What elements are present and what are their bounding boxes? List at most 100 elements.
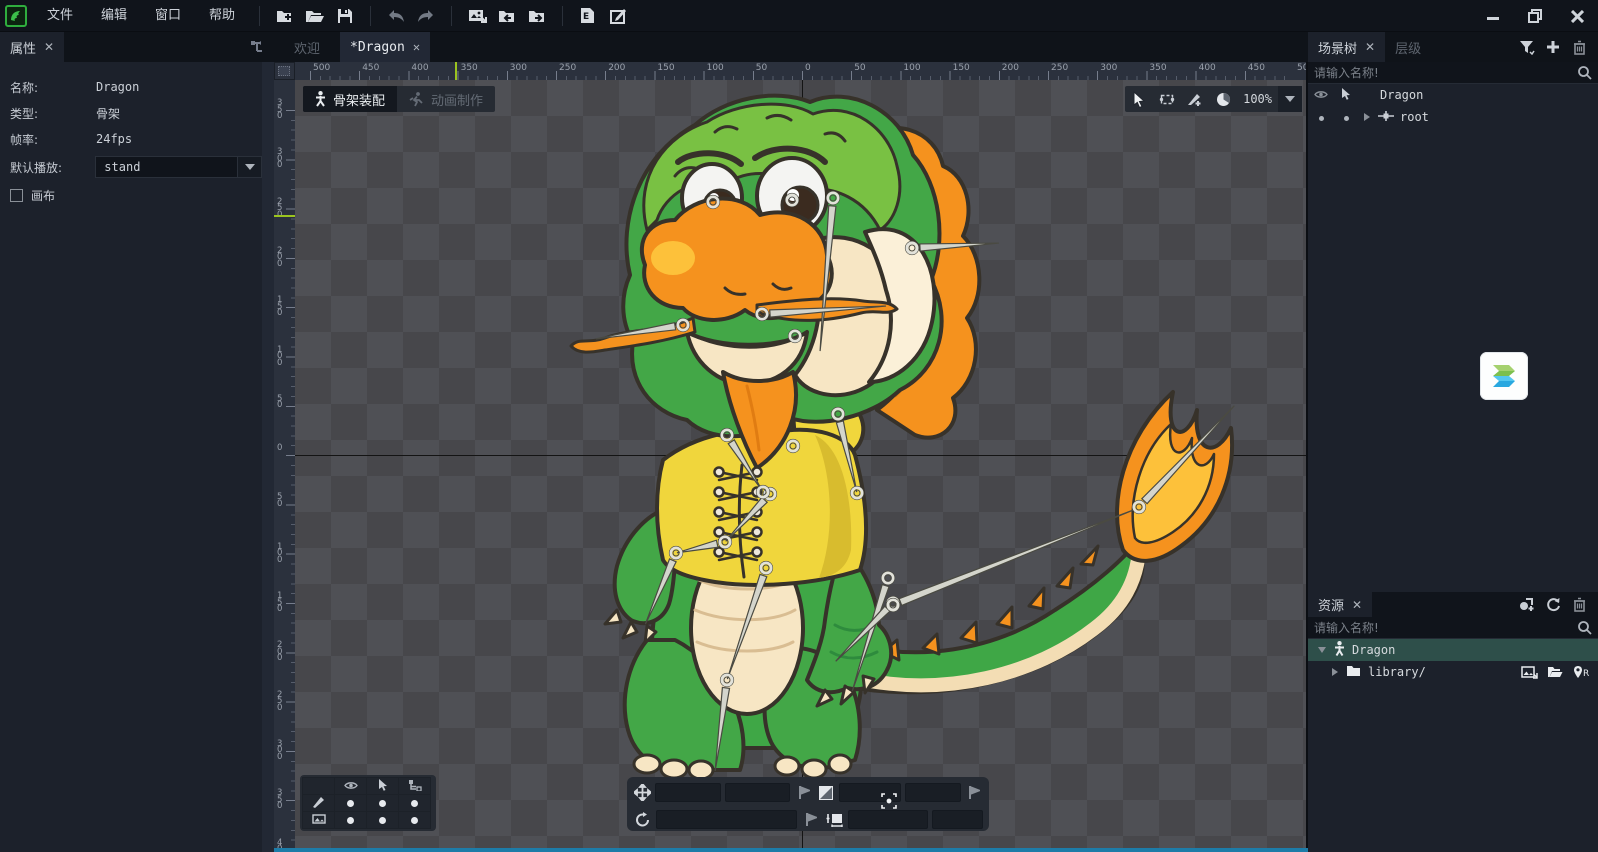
mode-rigging-button[interactable]: 骨架装配 [303, 86, 397, 112]
horizontal-ruler[interactable]: 5004504003503002502001501005005010015020… [295, 62, 1308, 80]
bone[interactable] [849, 585, 889, 693]
visible-dot[interactable] [1319, 116, 1324, 121]
cursor-icon[interactable] [1334, 87, 1358, 103]
bone[interactable] [770, 302, 886, 317]
export-folder-button[interactable] [522, 3, 552, 29]
chevron-down-icon[interactable] [237, 157, 261, 177]
bone-joint[interactable] [785, 193, 798, 206]
rotation-key-flag-icon[interactable] [801, 812, 820, 827]
resource-row-library[interactable]: library/ R [1308, 661, 1598, 683]
scene-tree-row-armature[interactable]: Dragon [1308, 84, 1598, 106]
bone-joint[interactable] [850, 486, 863, 499]
bone[interactable] [816, 206, 835, 352]
size-y-field[interactable] [932, 810, 983, 829]
canvas-checkbox[interactable] [10, 189, 23, 202]
bone[interactable] [642, 559, 676, 626]
texture-edit-button[interactable] [603, 3, 633, 29]
resource-folder-name[interactable]: library/ [1368, 665, 1426, 679]
panel-splitter[interactable] [262, 62, 274, 852]
bone-visible-toggle[interactable] [335, 795, 367, 812]
close-icon[interactable]: ✕ [413, 40, 420, 54]
search-icon[interactable] [1577, 620, 1592, 638]
expand-arrow-icon[interactable] [1364, 113, 1370, 121]
scale-x-field[interactable] [839, 783, 901, 802]
resources-search[interactable]: 请输入名称! [1308, 617, 1598, 639]
cursor-icon[interactable] [367, 778, 399, 795]
delete-node-icon[interactable] [1566, 35, 1592, 59]
scale-key-flag-icon[interactable] [965, 785, 983, 800]
tab-hierarchy[interactable]: 层级 [1385, 32, 1431, 62]
scale-y-field[interactable] [905, 783, 960, 802]
bone-selectable-toggle[interactable] [367, 795, 399, 812]
export-data-button[interactable]: E [573, 3, 603, 29]
locate-resource-icon[interactable]: R [1568, 660, 1594, 684]
import-image-button[interactable] [462, 3, 492, 29]
add-node-icon[interactable] [1540, 35, 1566, 59]
size-x-field[interactable] [848, 810, 927, 829]
restore-button[interactable] [1514, 0, 1556, 32]
root-bone-name[interactable]: root [1400, 110, 1429, 124]
pin-panel-icon[interactable] [244, 35, 270, 59]
tab-resources[interactable]: 资源 ✕ [1308, 592, 1372, 617]
position-key-flag-icon[interactable] [794, 785, 812, 800]
bone-joint[interactable] [788, 329, 801, 342]
selectable-dot[interactable] [1344, 116, 1349, 121]
fps-value[interactable]: 24fps [96, 132, 132, 146]
eye-icon[interactable] [1308, 88, 1334, 102]
bone-tree-toggle[interactable] [399, 795, 431, 812]
name-value[interactable]: Dragon [96, 80, 139, 94]
expand-arrow-icon[interactable] [1332, 668, 1338, 676]
bone[interactable] [676, 540, 718, 556]
marquee-tool[interactable] [1153, 86, 1181, 112]
save-button[interactable] [330, 3, 360, 29]
tab-welcome[interactable]: 欢迎 [284, 32, 330, 62]
tab-dragon-document[interactable]: *Dragon ✕ [340, 32, 430, 62]
resource-armature-name[interactable]: Dragon [1352, 643, 1395, 657]
collapse-arrow-icon[interactable] [1318, 647, 1326, 653]
vertical-ruler[interactable]: 3503002502001501005005010015020025030035… [274, 80, 295, 852]
bone[interactable] [1142, 403, 1237, 503]
bone[interactable] [728, 440, 765, 493]
scene-tree-search[interactable]: 请输入名称! [1308, 62, 1598, 84]
zoom-level[interactable]: 100% [1237, 92, 1278, 106]
menu-file[interactable]: 文件 [33, 0, 87, 32]
bottom-splitter-line[interactable] [274, 848, 1308, 852]
import-folder-button[interactable] [492, 3, 522, 29]
minimize-button[interactable] [1472, 0, 1514, 32]
select-cursor-tool[interactable] [1125, 86, 1153, 112]
bone-joint[interactable] [706, 195, 719, 208]
position-x-field[interactable] [655, 783, 720, 802]
zoom-dropdown-icon[interactable] [1278, 86, 1302, 112]
rotation-field[interactable] [656, 810, 797, 829]
redo-button[interactable] [411, 3, 441, 29]
resource-row-armature[interactable]: Dragon [1308, 639, 1598, 661]
image-selectable-toggle[interactable] [367, 812, 399, 829]
menu-window[interactable]: 窗口 [141, 0, 195, 32]
tab-scene-tree[interactable]: 场景树 ✕ [1308, 32, 1385, 62]
bone[interactable] [712, 687, 730, 771]
bone[interactable] [724, 574, 767, 680]
menu-edit[interactable]: 编辑 [87, 0, 141, 32]
mode-animation-button[interactable]: 动画制作 [397, 86, 495, 112]
bone[interactable] [899, 506, 1136, 605]
scene-armature-name[interactable]: Dragon [1380, 88, 1423, 102]
position-y-field[interactable] [725, 783, 790, 802]
ruler-corner[interactable] [274, 62, 295, 80]
stage-canvas[interactable]: 骨架装配 动画制作 [295, 80, 1308, 852]
delete-resource-icon[interactable] [1566, 593, 1592, 617]
default-play-dropdown[interactable]: stand [95, 156, 262, 178]
bone-joint[interactable] [756, 485, 769, 498]
new-project-button[interactable] [270, 3, 300, 29]
bone[interactable] [836, 421, 860, 493]
open-project-button[interactable] [300, 3, 330, 29]
open-folder-icon[interactable] [1542, 660, 1568, 684]
filter-icon[interactable] [1514, 35, 1540, 59]
bone[interactable] [595, 323, 675, 343]
refresh-icon[interactable] [1540, 593, 1566, 617]
eye-icon[interactable] [335, 778, 367, 795]
create-bone-tool[interactable] [1181, 86, 1209, 112]
close-button[interactable] [1556, 0, 1598, 32]
add-resource-icon[interactable] [1514, 593, 1540, 617]
undo-button[interactable] [381, 3, 411, 29]
close-icon[interactable]: ✕ [44, 40, 54, 54]
